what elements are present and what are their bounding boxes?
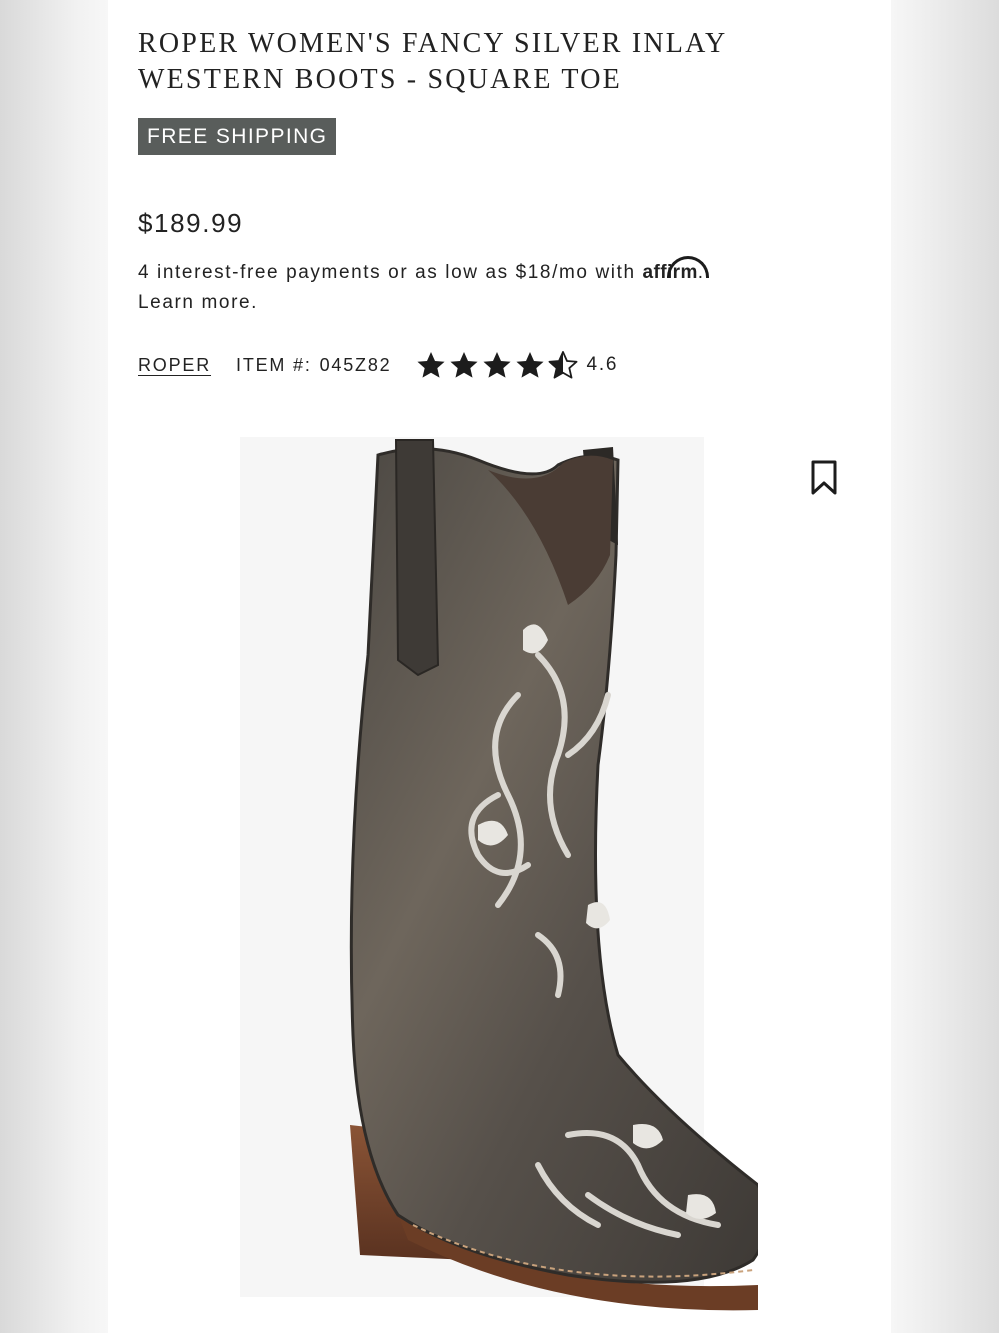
background-left <box>0 0 108 1333</box>
free-shipping-badge: FREE SHIPPING <box>138 118 337 155</box>
item-number-value: 045Z82 <box>319 354 392 375</box>
product-title: ROPER WOMEN'S FANCY SILVER INLAY WESTERN… <box>138 28 727 95</box>
brand-link[interactable]: ROPER <box>138 355 211 376</box>
boot-pull-tab <box>394 439 440 677</box>
product-meta-row: ROPER ITEM #: 045Z82 4.6 <box>138 348 618 382</box>
star-icon <box>417 351 446 378</box>
star-icon <box>483 351 512 378</box>
rating-value: 4.6 <box>586 354 619 375</box>
affirm-logo-arc <box>666 256 709 278</box>
star-icon <box>516 351 545 378</box>
product-image-boot[interactable] <box>238 435 758 1315</box>
learn-more-link[interactable]: Learn more. <box>138 292 258 313</box>
financing-text: 4 interest-free payments or as low as $1… <box>138 262 636 283</box>
rating-stars[interactable] <box>415 350 580 381</box>
financing-info: 4 interest-free payments or as low as $1… <box>138 256 838 318</box>
item-number-label: ITEM #: <box>236 354 312 375</box>
affirm-logo: affirm <box>643 256 709 283</box>
background-right <box>891 0 999 1333</box>
product-page: ROPER WOMEN'S FANCY SILVER INLAY WESTERN… <box>108 0 891 1333</box>
star-half-icon <box>549 350 578 379</box>
product-price: $189.99 <box>138 208 244 238</box>
star-icon <box>450 351 479 378</box>
bookmark-icon[interactable] <box>810 460 838 496</box>
